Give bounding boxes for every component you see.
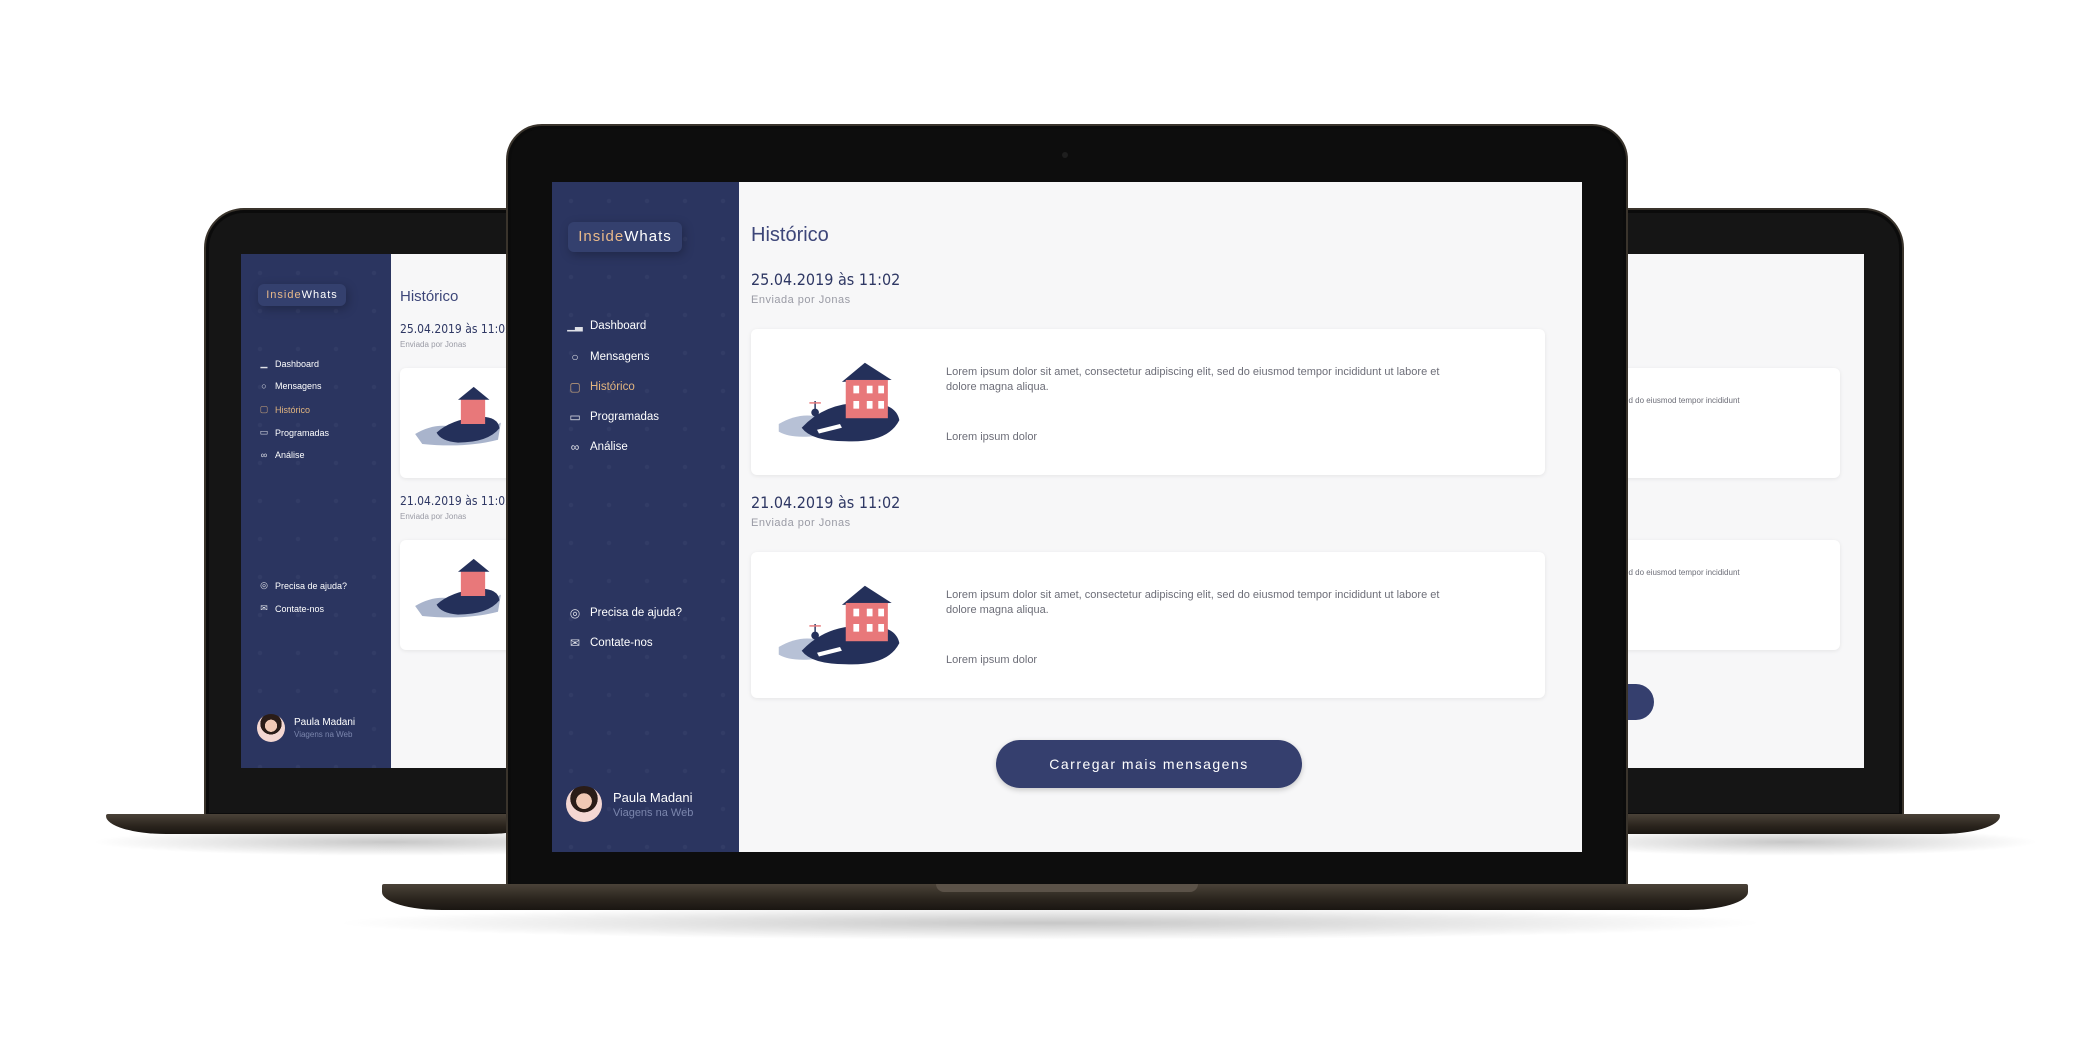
chat-bubble-icon: ○	[571, 350, 579, 364]
left-date-1: 25.04.2019 às 11:02	[400, 322, 512, 336]
house-illustration	[415, 558, 501, 618]
app: InsideWhats ▁▃ Dashboard ○ Mensagens ▢ H…	[552, 182, 1582, 852]
left-laptop-screen: InsideWhats ▁ Dashboard ○ Mensagens ▢ Histó…	[241, 254, 541, 768]
left-laptop-base	[106, 814, 546, 834]
left-sidebar: InsideWhats ▁ Dashboard ○ Mensagens ▢ Histó…	[241, 254, 391, 768]
left-page-title: Histórico	[400, 288, 459, 305]
avatar	[566, 786, 602, 822]
user-name: Paula Madani	[613, 789, 693, 805]
chart-icon: ▁	[260, 358, 268, 368]
house-illustration	[415, 386, 501, 446]
message-sender: Enviada por Jonas	[751, 294, 851, 306]
left-logo[interactable]: InsideWhats	[258, 284, 346, 306]
calendar-icon: ▭	[569, 410, 581, 424]
avatar	[257, 714, 285, 742]
camera-dot	[1062, 152, 1068, 158]
help-link[interactable]: ◎ Precisa de ajuda?	[566, 606, 682, 620]
history-icon: ▢	[569, 380, 581, 394]
glasses-icon: ∞	[570, 440, 580, 454]
chat-bubble-icon: ○	[261, 381, 267, 391]
calendar-icon: ▭	[259, 427, 269, 437]
right-laptop-base	[1600, 814, 2000, 834]
left-nav-dashboard[interactable]: ▁ Dashboard	[257, 358, 320, 369]
left-nav-mensagens[interactable]: ○ Mensagens	[257, 381, 321, 391]
message-card[interactable]: Lorem ipsum dolor sit amet, consectetur …	[751, 329, 1545, 475]
logo[interactable]: InsideWhats	[568, 222, 682, 252]
message-footer: Lorem ipsum dolor	[946, 654, 1038, 666]
mail-icon: ✉	[569, 636, 581, 650]
contact-link[interactable]: ✉ Contate-nos	[566, 636, 653, 650]
glasses-icon: ∞	[260, 450, 268, 460]
message-body: Lorem ipsum dolor sit amet, consectetur …	[946, 589, 1440, 616]
lifebuoy-icon: ◎	[260, 580, 268, 590]
message-body: Lorem ipsum dolor sit amet, consectetur …	[946, 366, 1440, 393]
front-laptop-screen: InsideWhats ▁▃ Dashboard ○ Mensagens ▢ H…	[552, 182, 1582, 852]
left-sender-1: Enviada por Jonas	[400, 340, 467, 349]
right-card-2-snippet: ed do eiusmod tempor incididunt	[1624, 568, 1740, 577]
left-nav-programadas[interactable]: ▭ Programadas	[257, 427, 329, 438]
sidebar-item-analise[interactable]: ∞ Análise	[566, 440, 628, 454]
message-date: 21.04.2019 às 11:02	[751, 493, 901, 512]
sidebar-item-dashboard[interactable]: ▁▃ Dashboard	[566, 320, 646, 332]
main-content: Histórico 25.04.2019 às 11:02 Enviada po…	[739, 182, 1582, 852]
right-card-2[interactable]: ed do eiusmod tempor incididunt	[1614, 540, 1840, 650]
house-illustration	[778, 585, 900, 665]
chart-icon: ▁▃	[567, 320, 583, 332]
left-date-2: 21.04.2019 às 11:02	[400, 494, 512, 508]
right-card-1[interactable]: ed do eiusmod tempor incididunt	[1614, 368, 1840, 478]
left-sender-2: Enviada por Jonas	[400, 512, 467, 521]
history-icon: ▢	[259, 404, 269, 414]
sidebar: InsideWhats ▁▃ Dashboard ○ Mensagens ▢ H…	[552, 182, 739, 852]
load-more-button[interactable]: Carregar mais mensagens	[996, 740, 1302, 788]
message-sender: Enviada por Jonas	[751, 517, 851, 529]
user-profile[interactable]: Paula Madani Viagens na Web	[566, 786, 693, 822]
left-nav-historico[interactable]: ▢ Histórico	[257, 404, 310, 415]
sidebar-item-mensagens[interactable]: ○ Mensagens	[566, 350, 649, 364]
message-card[interactable]: Lorem ipsum dolor sit amet, consectetur …	[751, 552, 1545, 698]
front-laptop-shadow	[330, 906, 1770, 940]
message-date: 25.04.2019 às 11:02	[751, 270, 901, 289]
front-laptop-notch	[936, 884, 1198, 892]
house-illustration	[778, 362, 900, 442]
left-contact-link[interactable]: ✉ Contate-nos	[257, 603, 324, 614]
user-subtitle: Viagens na Web	[613, 806, 694, 819]
left-help-link[interactable]: ◎ Precisa de ajuda?	[257, 580, 347, 591]
page-title: Histórico	[751, 224, 829, 246]
sidebar-item-historico[interactable]: ▢ Histórico	[566, 380, 634, 394]
left-profile[interactable]: Paula Madani Viagens na Web	[257, 714, 355, 742]
right-card-1-snippet: ed do eiusmod tempor incididunt	[1624, 396, 1740, 405]
left-nav-analise[interactable]: ∞ Análise	[257, 450, 305, 460]
lifebuoy-icon: ◎	[569, 606, 581, 620]
mail-icon: ✉	[260, 603, 268, 613]
sidebar-item-programadas[interactable]: ▭ Programadas	[566, 410, 659, 424]
right-laptop-screen: ed do eiusmod tempor incididunt ed do ei…	[1614, 254, 1864, 768]
message-footer: Lorem ipsum dolor	[946, 431, 1038, 443]
